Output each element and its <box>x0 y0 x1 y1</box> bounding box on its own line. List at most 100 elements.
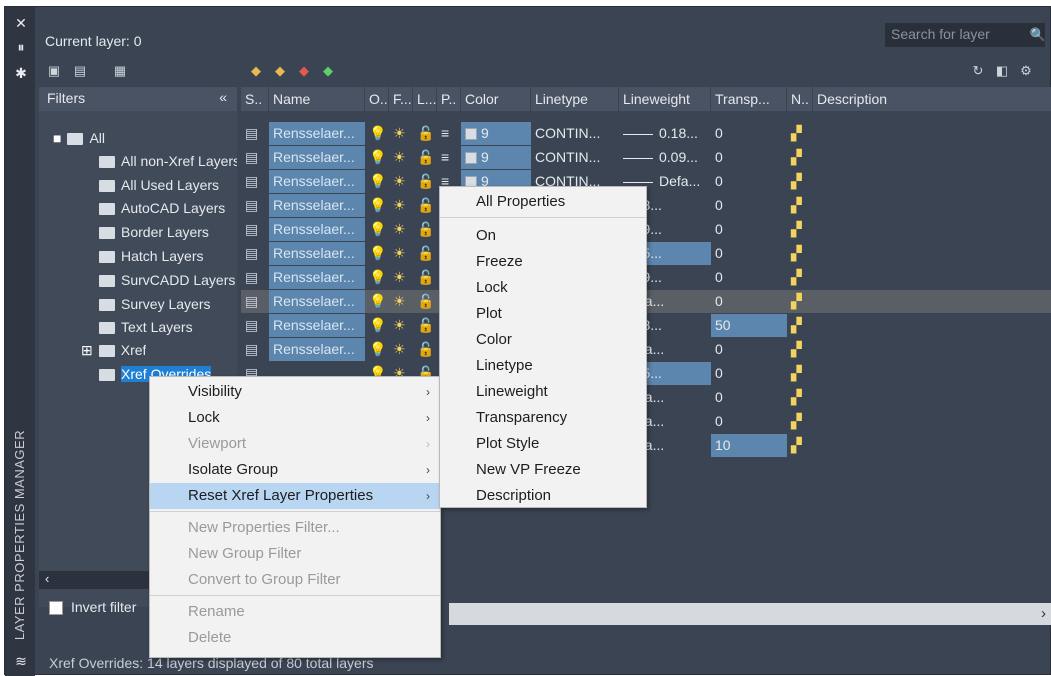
layer-name[interactable]: Rensselaer... <box>269 194 365 217</box>
tree-item-border[interactable]: Border Layers <box>99 221 237 243</box>
layer-name[interactable]: Rensselaer... <box>269 218 365 241</box>
menu-isolate-group[interactable]: Isolate Group › <box>150 457 440 483</box>
lock-toggle-icon[interactable]: 🔓 <box>413 122 437 145</box>
layer-transparency[interactable]: 0 <box>711 362 787 385</box>
layer-transparency[interactable]: 0 <box>711 218 787 241</box>
tree-item-text[interactable]: Text Layers <box>99 316 237 338</box>
new-group-filter-icon[interactable]: ▤ <box>71 63 89 79</box>
submenu-lineweight[interactable]: Lineweight <box>440 379 646 405</box>
freeze-toggle-icon[interactable]: ☀ <box>389 218 413 241</box>
layer-states-manager-icon[interactable]: ▦ <box>111 63 129 79</box>
on-toggle-icon[interactable]: 💡 <box>365 218 389 241</box>
on-toggle-icon[interactable]: 💡 <box>365 266 389 289</box>
tree-item-all[interactable]: ■ All <box>53 127 105 149</box>
menu-visibility[interactable]: Visibility › <box>150 379 440 405</box>
col-status[interactable]: S.. <box>241 87 269 111</box>
layer-linetype[interactable]: CONTIN... <box>531 122 619 145</box>
freeze-toggle-icon[interactable]: ☀ <box>389 338 413 361</box>
lock-toggle-icon[interactable]: 🔓 <box>413 266 437 289</box>
submenu-freeze[interactable]: Freeze <box>440 249 646 275</box>
on-toggle-icon[interactable]: 💡 <box>365 290 389 313</box>
delete-layer-icon[interactable]: ◆ <box>295 63 313 79</box>
layer-transparency[interactable]: 0 <box>711 122 787 145</box>
lock-toggle-icon[interactable]: 🔓 <box>413 314 437 337</box>
new-vp-freeze-icon[interactable]: ▞ <box>787 314 813 337</box>
layer-name[interactable]: Rensselaer... <box>269 266 365 289</box>
submenu-plot[interactable]: Plot <box>440 301 646 327</box>
new-vp-freeze-icon[interactable]: ▞ <box>787 170 813 193</box>
freeze-toggle-icon[interactable]: ☀ <box>389 314 413 337</box>
tree-item-xref[interactable]: ⊞ Xref <box>81 339 146 361</box>
layer-transparency[interactable]: 50 <box>711 314 787 337</box>
on-toggle-icon[interactable]: 💡 <box>365 146 389 169</box>
layer-transparency[interactable]: 0 <box>711 170 787 193</box>
layer-name[interactable]: Rensselaer... <box>269 170 365 193</box>
layer-name[interactable]: Rensselaer... <box>269 290 365 313</box>
new-vp-freeze-icon[interactable]: ▞ <box>787 410 813 433</box>
new-vp-freeze-icon[interactable]: ▞ <box>787 122 813 145</box>
col-name[interactable]: Name <box>269 87 365 111</box>
layer-transparency[interactable]: 0 <box>711 242 787 265</box>
on-toggle-icon[interactable]: 💡 <box>365 338 389 361</box>
layer-name[interactable]: Rensselaer... <box>269 122 365 145</box>
tree-item-survey[interactable]: Survey Layers <box>99 293 237 315</box>
layer-name[interactable]: Rensselaer... <box>269 338 365 361</box>
new-vp-freeze-icon[interactable]: ▞ <box>787 242 813 265</box>
new-layer-icon[interactable]: ◆ <box>247 63 265 79</box>
lock-toggle-icon[interactable]: 🔓 <box>413 146 437 169</box>
col-on[interactable]: O.. <box>365 87 389 111</box>
layer-row[interactable]: ▤ Rensselaer... 💡 ☀ 🔓 ≡ 9 CONTIN... 0.09... 0 ▞ <box>241 146 1051 169</box>
new-vp-freeze-icon[interactable]: ▞ <box>787 266 813 289</box>
submenu-all-properties[interactable]: All Properties <box>440 189 646 215</box>
layer-transparency[interactable]: 0 <box>711 194 787 217</box>
lock-toggle-icon[interactable]: 🔓 <box>413 218 437 241</box>
submenu-description[interactable]: Description <box>440 483 646 509</box>
lock-toggle-icon[interactable]: 🔓 <box>413 290 437 313</box>
layer-transparency[interactable]: 0 <box>711 410 787 433</box>
freeze-toggle-icon[interactable]: ☀ <box>389 290 413 313</box>
col-lineweight[interactable]: Lineweight <box>619 87 711 111</box>
settings-layers-icon[interactable]: ◧ <box>993 63 1011 79</box>
new-vp-freeze-icon[interactable]: ▞ <box>787 218 813 241</box>
on-toggle-icon[interactable]: 💡 <box>365 170 389 193</box>
submenu-lock[interactable]: Lock <box>440 275 646 301</box>
col-linetype[interactable]: Linetype <box>531 87 619 111</box>
freeze-toggle-icon[interactable]: ☀ <box>389 242 413 265</box>
close-icon[interactable]: ✕ <box>13 15 29 31</box>
lock-toggle-icon[interactable]: 🔓 <box>413 338 437 361</box>
autohide-icon[interactable]: ⏸ <box>13 39 29 55</box>
menu-reset-xref-layer-properties[interactable]: Reset Xref Layer Properties › <box>150 483 440 509</box>
new-property-filter-icon[interactable]: ▣ <box>45 63 63 79</box>
layer-transparency[interactable]: 0 <box>711 146 787 169</box>
submenu-transparency[interactable]: Transparency <box>440 405 646 431</box>
gear-icon[interactable]: ⚙ <box>1017 63 1035 79</box>
tree-item-used[interactable]: All Used Layers <box>99 174 237 196</box>
new-vp-freeze-icon[interactable]: ▞ <box>787 194 813 217</box>
invert-filter-checkbox[interactable]: Invert filter <box>49 599 136 616</box>
submenu-plot-style[interactable]: Plot Style <box>440 431 646 457</box>
plot-toggle-icon[interactable]: ≡ <box>437 122 461 145</box>
checkbox-icon[interactable] <box>49 601 63 616</box>
new-vp-frozen-layer-icon[interactable]: ◆ <box>271 63 289 79</box>
layer-linetype[interactable]: CONTIN... <box>531 146 619 169</box>
grid-horizontal-scrollbar[interactable]: › <box>449 603 1051 625</box>
new-vp-freeze-icon[interactable]: ▞ <box>787 146 813 169</box>
col-color[interactable]: Color <box>461 87 531 111</box>
layer-lineweight[interactable]: 0.18... <box>619 122 711 145</box>
set-current-icon[interactable]: ◆ <box>319 63 337 79</box>
freeze-toggle-icon[interactable]: ☀ <box>389 170 413 193</box>
freeze-toggle-icon[interactable]: ☀ <box>389 146 413 169</box>
submenu-linetype[interactable]: Linetype <box>440 353 646 379</box>
layer-transparency[interactable]: 0 <box>711 266 787 289</box>
freeze-toggle-icon[interactable]: ☀ <box>389 122 413 145</box>
lock-toggle-icon[interactable]: 🔓 <box>413 194 437 217</box>
scroll-right-icon[interactable]: › <box>1041 605 1046 622</box>
layer-transparency[interactable]: 10 <box>711 434 787 457</box>
new-vp-freeze-icon[interactable]: ▞ <box>787 362 813 385</box>
layer-color[interactable]: 9 <box>461 146 531 169</box>
layer-lineweight[interactable]: 0.09... <box>619 146 711 169</box>
col-transparency[interactable]: Transp... <box>711 87 787 111</box>
submenu-color[interactable]: Color <box>440 327 646 353</box>
collapse-filters-button[interactable]: « <box>219 89 227 105</box>
submenu-new-vp-freeze[interactable]: New VP Freeze <box>440 457 646 483</box>
